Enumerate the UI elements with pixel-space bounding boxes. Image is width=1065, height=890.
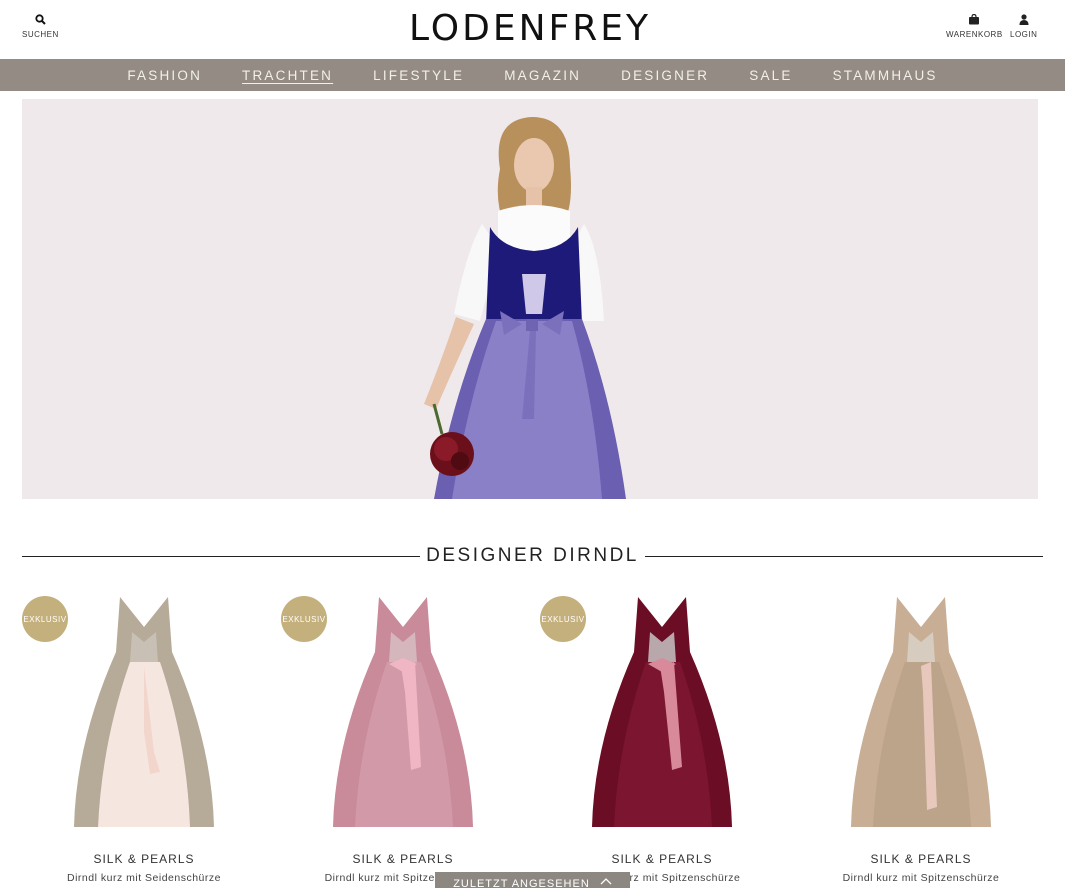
product-brand[interactable]: SILK & PEARLS xyxy=(281,852,525,866)
nav-item-trachten[interactable]: TRACHTEN xyxy=(242,68,333,83)
nav-item-magazin[interactable]: MAGAZIN xyxy=(504,68,581,83)
site-logo[interactable]: LODENFREY xyxy=(352,10,708,48)
site-header: SUCHEN LODENFREY WARENKORB LOGIN xyxy=(0,0,1065,59)
hero-model-image xyxy=(424,117,626,499)
cart-label: WARENKORB xyxy=(946,30,1003,39)
hero-banner[interactable] xyxy=(22,99,1038,499)
product-image xyxy=(74,597,214,827)
chevron-up-icon xyxy=(600,878,612,885)
recently-viewed-label: ZULETZT ANGESEHEN xyxy=(453,878,590,890)
product-description[interactable]: Dirndl kurz mit Seidenschürze xyxy=(22,872,266,884)
search-button[interactable]: SUCHEN xyxy=(22,14,59,39)
product-brand[interactable]: SILK & PEARLS xyxy=(22,852,266,866)
search-icon xyxy=(35,14,46,25)
user-icon xyxy=(1019,14,1029,25)
login-label: LOGIN xyxy=(1010,30,1038,39)
product-image xyxy=(333,597,473,827)
product-brand[interactable]: SILK & PEARLS xyxy=(540,852,784,866)
heading-rule-left xyxy=(22,555,421,557)
product-card[interactable]: SILK & PEARLS Dirndl kurz mit Spitzensch… xyxy=(799,592,1049,888)
heading-rule-right xyxy=(644,555,1043,557)
section-heading: DESIGNER DIRNDL xyxy=(22,544,1043,568)
product-image xyxy=(851,597,991,827)
shopping-bag-icon xyxy=(969,14,980,25)
nav-item-sale[interactable]: SALE xyxy=(749,68,792,83)
nav-item-fashion[interactable]: FASHION xyxy=(127,68,202,83)
product-card[interactable]: EXKLUSIV SILK & PEARLS Dirndl kurz mit S… xyxy=(22,592,272,888)
recently-viewed-tab[interactable]: ZULETZT ANGESEHEN xyxy=(435,872,630,890)
main-navigation: FASHION TRACHTEN LIFESTYLE MAGAZIN DESIG… xyxy=(0,59,1065,91)
product-description[interactable]: Dirndl kurz mit Spitzenschürze xyxy=(799,872,1043,884)
nav-item-lifestyle[interactable]: LIFESTYLE xyxy=(373,68,464,83)
nav-item-stammhaus[interactable]: STAMMHAUS xyxy=(833,68,938,83)
nav-item-designer[interactable]: DESIGNER xyxy=(621,68,709,83)
cart-button[interactable]: WARENKORB xyxy=(946,14,1003,39)
product-image xyxy=(592,597,732,827)
product-card[interactable]: EXKLUSIV SILK & PEARLS Dirndl kurz mit S… xyxy=(540,592,790,888)
product-card[interactable]: EXKLUSIV SILK & PEARLS Dirndl kurz mit S… xyxy=(281,592,531,888)
login-button[interactable]: LOGIN xyxy=(1010,14,1037,39)
search-label: SUCHEN xyxy=(22,30,59,39)
product-brand[interactable]: SILK & PEARLS xyxy=(799,852,1043,866)
section-title: DESIGNER DIRNDL xyxy=(426,545,639,566)
